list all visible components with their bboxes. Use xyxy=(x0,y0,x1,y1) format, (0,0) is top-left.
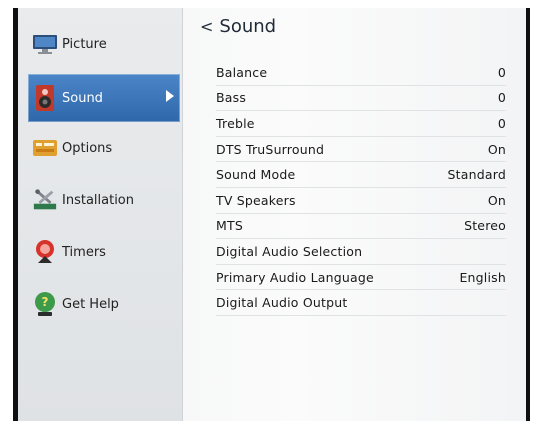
help-icon: ? xyxy=(32,291,58,317)
setting-value: 0 xyxy=(497,115,506,131)
tv-frame: Picture Sound Options Installation Timer… xyxy=(13,8,530,421)
sidebar-item-picture[interactable]: Picture xyxy=(18,20,182,68)
sidebar-item-label: Get Help xyxy=(62,296,119,312)
options-icon xyxy=(32,135,58,161)
sidebar-item-label: Sound xyxy=(62,90,103,106)
setting-label: TV Speakers xyxy=(216,192,296,208)
setting-value: Stereo xyxy=(464,218,506,234)
sidebar-item-installation[interactable]: Installation xyxy=(18,176,182,224)
selected-arrow-icon xyxy=(166,90,174,102)
page-title-text: Sound xyxy=(219,16,277,37)
setting-mts[interactable]: MTS Stereo xyxy=(216,214,506,240)
tools-icon xyxy=(32,187,58,213)
sidebar-item-get-help[interactable]: ? Get Help xyxy=(18,280,182,328)
setting-value: 0 xyxy=(497,64,506,80)
setting-label: Primary Audio Language xyxy=(216,269,374,285)
setting-label: Digital Audio Selection xyxy=(216,243,363,259)
sidebar-item-timers[interactable]: Timers xyxy=(18,228,182,276)
back-chevron-icon[interactable]: < xyxy=(200,17,213,36)
page-title: < Sound xyxy=(200,16,276,37)
setting-value: On xyxy=(487,141,506,157)
setting-digital-audio-output[interactable]: Digital Audio Output xyxy=(216,290,506,316)
setting-tv-speakers[interactable]: TV Speakers On xyxy=(216,188,506,214)
setting-digital-audio-selection[interactable]: Digital Audio Selection xyxy=(216,239,506,265)
sidebar-item-label: Installation xyxy=(62,192,135,208)
setting-dts-trusurround[interactable]: DTS TruSurround On xyxy=(216,137,506,163)
monitor-icon xyxy=(32,31,58,57)
setting-label: Digital Audio Output xyxy=(216,295,348,311)
tv-screen: Picture Sound Options Installation Timer… xyxy=(18,8,526,421)
sidebar-item-options[interactable]: Options xyxy=(18,124,182,172)
timer-icon xyxy=(32,239,58,265)
setting-label: Balance xyxy=(216,64,268,80)
setting-label: Bass xyxy=(216,90,247,106)
setting-primary-audio-language[interactable]: Primary Audio Language English xyxy=(216,265,506,291)
setting-treble[interactable]: Treble 0 xyxy=(216,111,506,137)
setting-label: Treble xyxy=(216,115,255,131)
setting-value: English xyxy=(459,269,506,285)
setting-label: Sound Mode xyxy=(216,167,296,183)
setting-label: DTS TruSurround xyxy=(216,141,325,157)
setting-value: Standard xyxy=(447,167,506,183)
setting-sound-mode[interactable]: Sound Mode Standard xyxy=(216,162,506,188)
sidebar-item-label: Options xyxy=(62,140,113,156)
settings-list: Balance 0 Bass 0 Treble 0 DTS TruSurroun… xyxy=(216,60,506,316)
setting-bass[interactable]: Bass 0 xyxy=(216,86,506,112)
sidebar-item-label: Timers xyxy=(62,244,106,260)
setting-label: MTS xyxy=(216,218,243,234)
setting-value: On xyxy=(487,192,506,208)
setting-balance[interactable]: Balance 0 xyxy=(216,60,506,86)
setting-value: 0 xyxy=(497,90,506,106)
svg-text:?: ? xyxy=(42,295,49,309)
speaker-icon xyxy=(32,85,58,111)
sidebar-item-label: Picture xyxy=(62,36,107,52)
sidebar-item-sound[interactable]: Sound xyxy=(28,74,180,122)
settings-sidebar: Picture Sound Options Installation Timer… xyxy=(18,8,183,421)
